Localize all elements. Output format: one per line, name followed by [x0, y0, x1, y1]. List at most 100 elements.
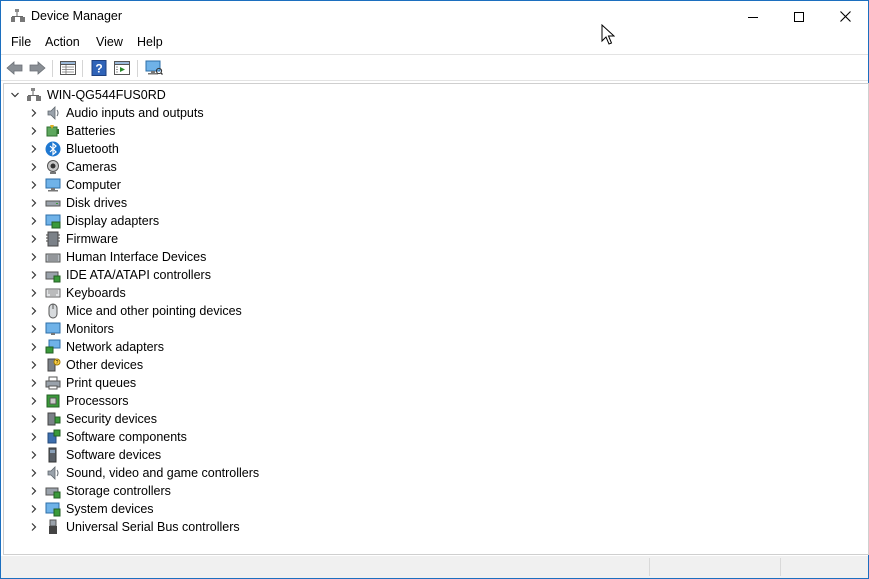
tree-node-storage-controllers[interactable]: Storage controllers: [4, 482, 864, 500]
tree-node-processors[interactable]: Processors: [4, 392, 864, 410]
device-manager-window: Device Manager File Action View Help ? W…: [0, 0, 869, 579]
tree-node-display-adapters[interactable]: Display adapters: [4, 212, 864, 230]
processor-icon: [46, 394, 60, 408]
tree-node-universal-serial-bus-controllers[interactable]: Universal Serial Bus controllers: [4, 518, 864, 536]
expand-chevron-right-icon[interactable]: [29, 198, 39, 208]
tree-node-label: Software devices: [66, 448, 162, 462]
forward-button[interactable]: [27, 58, 47, 78]
tree-node-label: Universal Serial Bus controllers: [66, 520, 240, 534]
tree-node-other-devices[interactable]: ? Other devices: [4, 356, 864, 374]
menu-view[interactable]: View: [96, 35, 123, 49]
help-icon: ?: [91, 60, 107, 76]
software-component-icon: [47, 429, 61, 444]
expand-chevron-right-icon[interactable]: [29, 342, 39, 352]
tree-node-software-components[interactable]: Software components: [4, 428, 864, 446]
properties-button[interactable]: [58, 58, 78, 78]
close-button[interactable]: [822, 1, 868, 32]
expand-chevron-right-icon[interactable]: [29, 468, 39, 478]
sound-controller-icon: [47, 466, 59, 480]
tree-node-batteries[interactable]: Batteries: [4, 122, 864, 140]
firmware-icon: [46, 231, 60, 247]
tree-node-label: Human Interface Devices: [66, 250, 207, 264]
run-pane-icon: [114, 61, 130, 75]
menu-bar: File Action View Help: [1, 32, 868, 54]
status-cell-1: [649, 558, 780, 576]
maximize-button[interactable]: [776, 1, 822, 32]
tree-node-software-devices[interactable]: Software devices: [4, 446, 864, 464]
tree-node-label: Network adapters: [66, 340, 164, 354]
tree-node-network-adapters[interactable]: Network adapters: [4, 338, 864, 356]
mouse-icon: [48, 303, 58, 319]
expand-chevron-right-icon[interactable]: [29, 486, 39, 496]
tree-node-security-devices[interactable]: Security devices: [4, 410, 864, 428]
back-icon: [6, 61, 23, 75]
menu-file[interactable]: File: [11, 35, 31, 49]
tree-node-human-interface-devices[interactable]: Human Interface Devices: [4, 248, 864, 266]
tree-node-ide-ata-atapi-controllers[interactable]: IDE ATA/ATAPI controllers: [4, 266, 864, 284]
tree-node-label: Security devices: [66, 412, 158, 426]
tree-node-keyboards[interactable]: Keyboards: [4, 284, 864, 302]
tree-node-label: Firmware: [66, 232, 119, 246]
expand-chevron-right-icon[interactable]: [29, 126, 39, 136]
network-icon: [45, 339, 61, 354]
expand-chevron-right-icon[interactable]: [29, 162, 39, 172]
expand-chevron-right-icon[interactable]: [29, 234, 39, 244]
properties-grid-icon: [60, 61, 76, 75]
back-button[interactable]: [5, 58, 25, 78]
expand-chevron-right-icon[interactable]: [29, 288, 39, 298]
menu-help[interactable]: Help: [137, 35, 163, 49]
svg-text:?: ?: [56, 360, 59, 366]
expand-chevron-right-icon[interactable]: [29, 432, 39, 442]
tree-node-label: Display adapters: [66, 214, 160, 228]
expand-chevron-right-icon[interactable]: [29, 108, 39, 118]
expand-chevron-right-icon[interactable]: [29, 324, 39, 334]
expand-chevron-down-icon[interactable]: [10, 90, 20, 100]
system-device-icon: [45, 502, 61, 517]
expand-chevron-right-icon[interactable]: [29, 270, 39, 280]
window-title: Device Manager: [31, 9, 123, 23]
ide-controller-icon: [45, 271, 61, 283]
toolbar-divider: [1, 80, 868, 81]
expand-chevron-right-icon[interactable]: [29, 396, 39, 406]
disk-drive-icon: [45, 200, 61, 207]
tree-node-disk-drives[interactable]: Disk drives: [4, 194, 864, 212]
tree-node-label: Disk drives: [66, 196, 128, 210]
tree-node-label: Other devices: [66, 358, 144, 372]
expand-chevron-right-icon[interactable]: [29, 360, 39, 370]
expand-chevron-right-icon[interactable]: [29, 414, 39, 424]
device-tree[interactable]: WIN-QG544FUS0RD Audio inputs and outputs…: [3, 83, 869, 555]
hid-icon: [45, 253, 61, 263]
expand-chevron-right-icon[interactable]: [29, 504, 39, 514]
tree-root-label: WIN-QG544FUS0RD: [47, 88, 166, 102]
title-bar[interactable]: Device Manager: [1, 1, 868, 32]
tree-node-audio-inputs-and-outputs[interactable]: Audio inputs and outputs: [4, 104, 864, 122]
expand-chevron-right-icon[interactable]: [29, 306, 39, 316]
tree-node-mice-and-other-pointing-devices[interactable]: Mice and other pointing devices: [4, 302, 864, 320]
tree-node-system-devices[interactable]: System devices: [4, 500, 864, 518]
help-button[interactable]: ?: [89, 58, 109, 78]
menu-action[interactable]: Action: [45, 35, 80, 49]
expand-chevron-right-icon[interactable]: [29, 144, 39, 154]
expand-chevron-right-icon[interactable]: [29, 216, 39, 226]
tree-node-computer[interactable]: Computer: [4, 176, 864, 194]
tree-node-cameras[interactable]: Cameras: [4, 158, 864, 176]
tree-node-monitors[interactable]: Monitors: [4, 320, 864, 338]
tree-node-bluetooth[interactable]: Bluetooth: [4, 140, 864, 158]
tree-root-node[interactable]: WIN-QG544FUS0RD: [4, 86, 864, 104]
expand-chevron-right-icon[interactable]: [29, 252, 39, 262]
toolbar-separator: [82, 60, 83, 77]
tree-node-print-queues[interactable]: Print queues: [4, 374, 864, 392]
tree-node-firmware[interactable]: Firmware: [4, 230, 864, 248]
toolbar-separator: [52, 60, 53, 77]
run-pane-button[interactable]: [112, 58, 132, 78]
expand-chevron-right-icon[interactable]: [29, 180, 39, 190]
computer-tree-icon: [27, 88, 41, 101]
usb-icon: [49, 519, 57, 534]
expand-chevron-right-icon[interactable]: [29, 522, 39, 532]
tree-node-sound-video-and-game-controllers[interactable]: Sound, video and game controllers: [4, 464, 864, 482]
expand-chevron-right-icon[interactable]: [29, 450, 39, 460]
scan-hardware-button[interactable]: [144, 58, 164, 78]
minimize-button[interactable]: [730, 1, 776, 32]
expand-chevron-right-icon[interactable]: [29, 378, 39, 388]
tree-node-label: System devices: [66, 502, 154, 516]
